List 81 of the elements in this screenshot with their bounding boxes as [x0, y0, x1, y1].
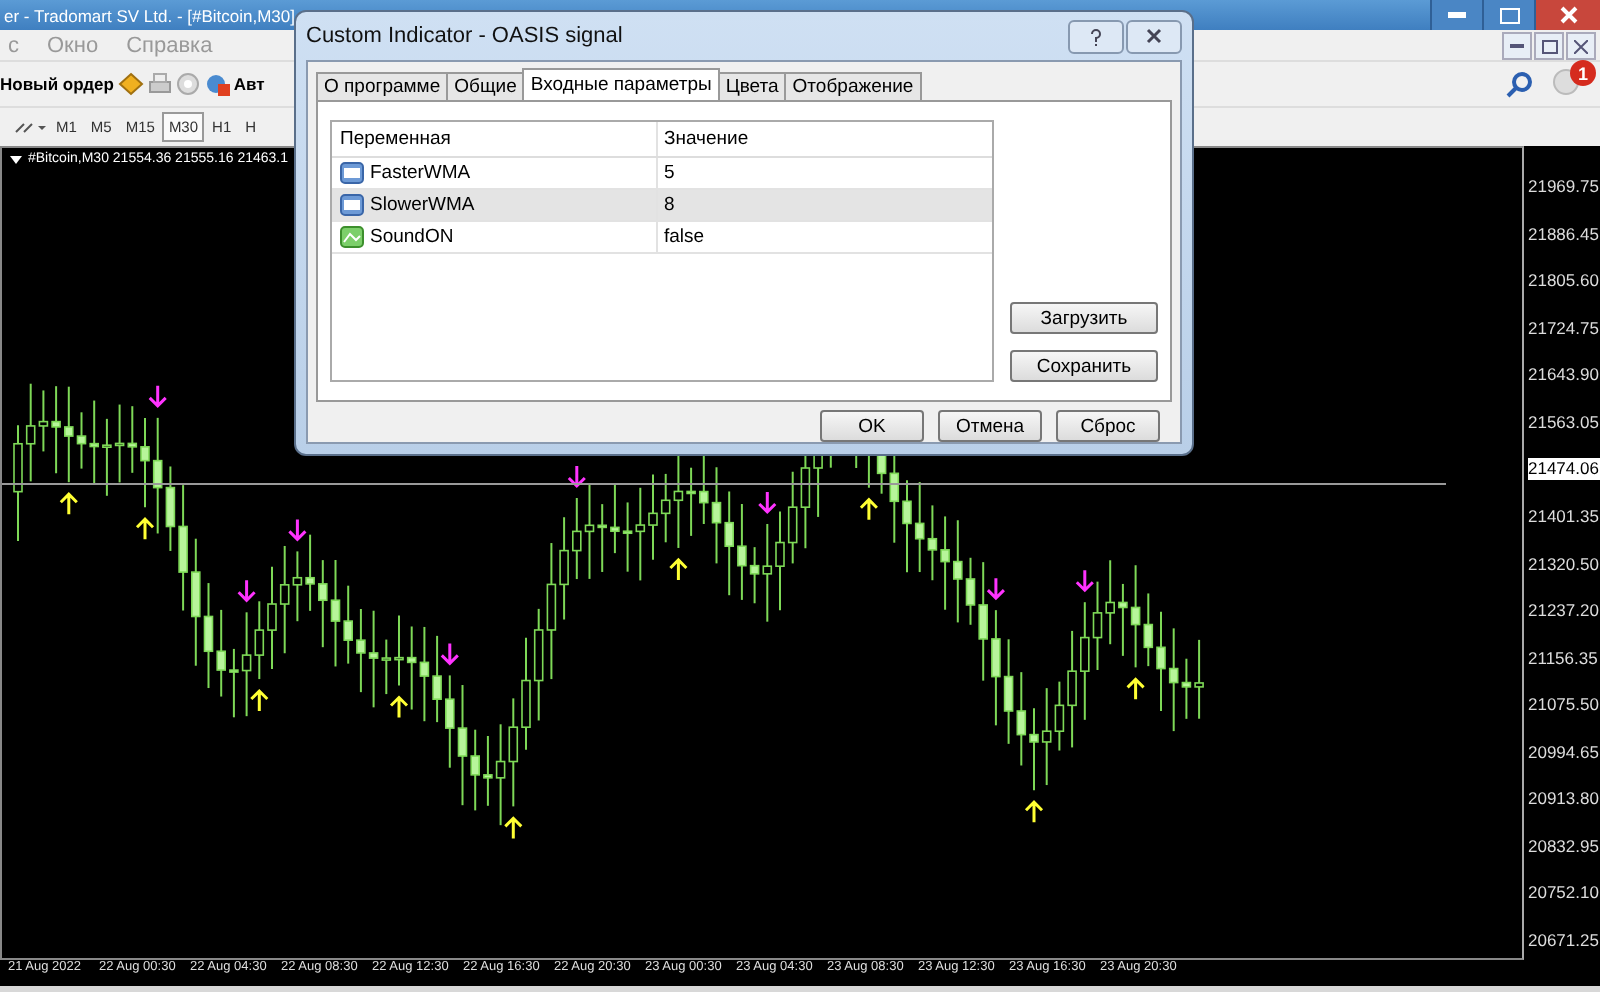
close-icon: [1559, 6, 1577, 24]
tab[interactable]: Входные параметры: [522, 68, 720, 100]
minimize-icon: [1448, 12, 1466, 18]
price-label: 21969.75: [1528, 176, 1600, 198]
help-button[interactable]: [1068, 19, 1124, 53]
down-arrow: [567, 464, 587, 489]
price-label: 21237.20: [1528, 600, 1600, 623]
dialog-button[interactable]: Загрузить: [1010, 302, 1158, 334]
up-arrow: [859, 497, 879, 522]
price-label: 21724.75: [1528, 317, 1600, 340]
parameter-name: SoundON: [370, 226, 454, 248]
close-icon: [1574, 39, 1588, 53]
close-button[interactable]: [1566, 32, 1596, 60]
dialog-button[interactable]: Отмена: [938, 410, 1042, 442]
price-label: 21805.60: [1528, 270, 1600, 293]
down-arrow: [148, 384, 168, 408]
parameter-name: FasterWMA: [370, 162, 471, 184]
price-label: 21320.50: [1528, 553, 1600, 575]
down-arrow: [237, 578, 257, 603]
price-label: 20832.95: [1528, 835, 1600, 858]
minimize-button[interactable]: [1502, 32, 1532, 60]
up-arrow: [1126, 677, 1146, 701]
price-label: 20671.25: [1528, 930, 1600, 952]
tab[interactable]: Общие: [446, 72, 525, 100]
price-label: 21643.90: [1528, 364, 1600, 387]
down-arrow: [1075, 568, 1095, 593]
column-header: Переменная: [340, 128, 451, 150]
notification-badge: 1: [1570, 60, 1596, 86]
dialog-button[interactable]: Сохранить: [1010, 350, 1158, 382]
tab[interactable]: Цвета: [717, 72, 787, 100]
restore-button[interactable]: [1534, 32, 1564, 60]
parameter-row[interactable]: SoundON false: [332, 222, 992, 254]
price-label: 21563.05: [1528, 411, 1600, 434]
restore-icon: [1541, 39, 1557, 53]
up-arrow: [59, 492, 79, 516]
tab[interactable]: О программе: [316, 72, 449, 100]
window-title: er - Tradomart SV Ltd. - [#Bitcoin,M30]: [4, 5, 296, 25]
maximize-icon: [1499, 7, 1519, 23]
parameter-value: 5: [662, 162, 675, 184]
toggle-icon: [340, 226, 364, 248]
up-arrow: [249, 688, 269, 713]
up-arrow: [135, 517, 155, 541]
price-label: 21401.35: [1528, 505, 1600, 528]
diamond-icon[interactable]: [117, 72, 144, 96]
up-arrow: [1024, 800, 1044, 824]
down-arrow: [287, 517, 307, 542]
down-arrow: [440, 641, 460, 666]
new-order-button[interactable]: Новый ордер: [0, 74, 114, 94]
current-price-label: 21474.06: [1528, 458, 1600, 481]
price-label: 20994.65: [1528, 741, 1600, 764]
close-button[interactable]: [1126, 19, 1182, 53]
tab[interactable]: Отображение: [784, 72, 922, 100]
down-arrow: [986, 576, 1006, 601]
up-arrow: [668, 557, 688, 582]
minimize-icon: [1510, 44, 1524, 48]
parameter-value: 8: [662, 194, 675, 216]
number-icon: [340, 194, 364, 216]
parameter-name: SlowerWMA: [370, 194, 475, 216]
dialog-button[interactable]: OK: [820, 410, 924, 442]
number-icon: [340, 162, 364, 184]
price-label: 20913.80: [1528, 788, 1600, 811]
price-label: 21156.35: [1528, 647, 1600, 670]
question-mark-icon: [1090, 27, 1102, 45]
parameter-value: false: [662, 226, 705, 248]
price-label: 21886.45: [1528, 223, 1600, 246]
up-arrow: [503, 816, 523, 840]
price-label: 21075.50: [1528, 694, 1600, 717]
minimize-button[interactable]: [1430, 0, 1482, 30]
dialog-button[interactable]: Сброс: [1056, 410, 1160, 442]
restore-button[interactable]: [1482, 0, 1534, 30]
search-icon[interactable]: [1506, 71, 1532, 97]
column-header: Значение: [662, 128, 749, 150]
close-button[interactable]: [1534, 0, 1600, 30]
auto-trading-button[interactable]: Авт: [233, 74, 265, 94]
down-arrow: [757, 490, 777, 515]
dialog-title: Custom Indicator - OASIS signal: [306, 24, 623, 48]
price-label: 20752.10: [1528, 882, 1600, 905]
up-arrow: [389, 695, 409, 720]
dropdown-triangle-icon[interactable]: [10, 155, 22, 163]
parameter-row[interactable]: SlowerWMA 8: [332, 190, 992, 222]
close-icon: [1146, 28, 1162, 44]
